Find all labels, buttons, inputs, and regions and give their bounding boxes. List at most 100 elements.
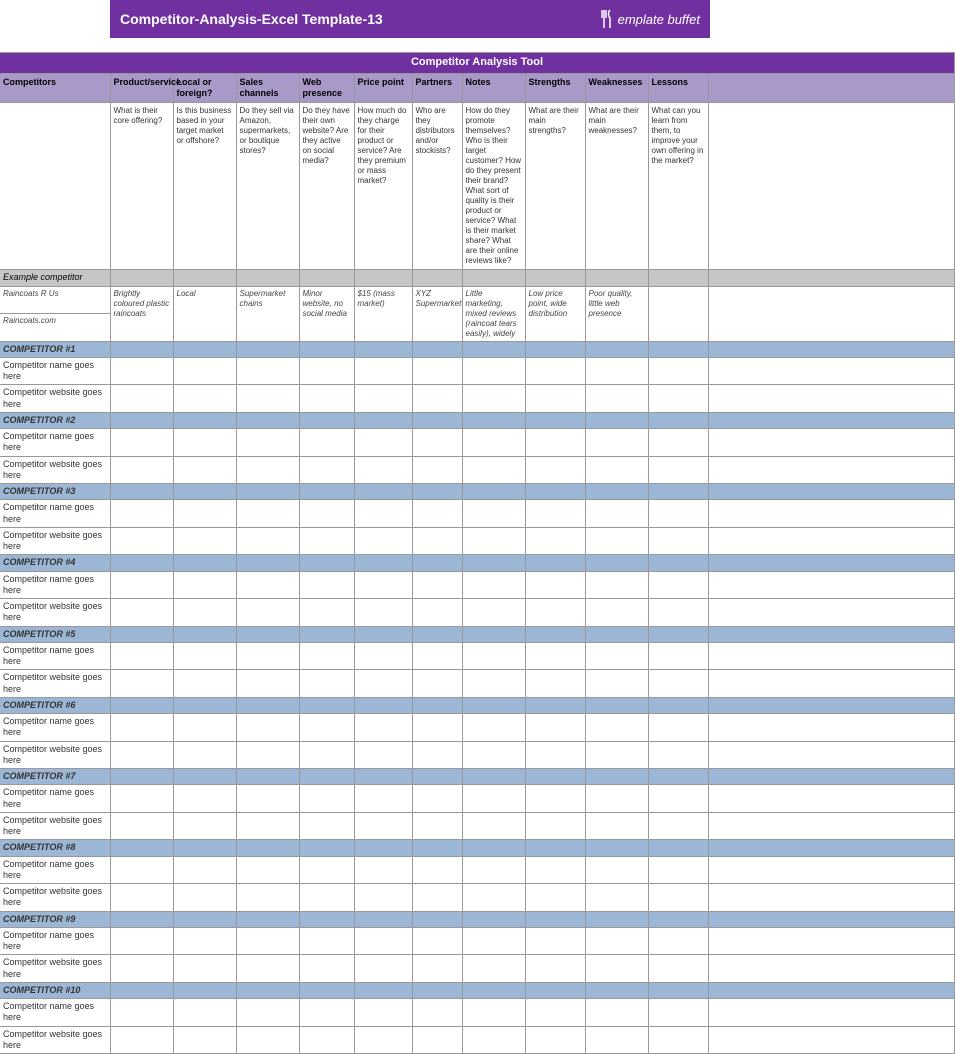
cell[interactable]	[585, 911, 648, 927]
cell[interactable]	[299, 527, 354, 555]
desc-cell[interactable]: Do they sell via Amazon, supermarkets, o…	[236, 103, 299, 270]
cell[interactable]	[110, 856, 173, 884]
competitor-name[interactable]: Competitor name goes here	[0, 927, 110, 955]
cell[interactable]	[236, 555, 299, 571]
cell[interactable]	[412, 555, 462, 571]
col-lessons[interactable]: Lessons	[648, 73, 708, 103]
cell[interactable]	[525, 555, 585, 571]
cell[interactable]	[412, 856, 462, 884]
cell[interactable]	[462, 741, 525, 769]
cell[interactable]	[354, 642, 412, 670]
cell[interactable]	[525, 571, 585, 599]
competitor-head[interactable]: COMPETITOR #6	[0, 697, 110, 713]
cell[interactable]	[354, 741, 412, 769]
example-cell[interactable]: Low price point, wide distribution	[525, 286, 585, 341]
cell[interactable]	[462, 812, 525, 840]
cell[interactable]	[462, 527, 525, 555]
cell[interactable]	[354, 385, 412, 413]
cell[interactable]	[648, 527, 708, 555]
cell[interactable]	[648, 769, 708, 785]
cell[interactable]	[299, 697, 354, 713]
col-sales[interactable]: Sales channels	[236, 73, 299, 103]
cell[interactable]	[354, 429, 412, 457]
cell[interactable]	[110, 571, 173, 599]
cell[interactable]	[525, 785, 585, 813]
cell[interactable]	[173, 812, 236, 840]
example-cell[interactable]: Poor quality, little web presence	[585, 286, 648, 341]
cell[interactable]	[173, 911, 236, 927]
cell[interactable]	[236, 714, 299, 742]
cell[interactable]	[110, 884, 173, 912]
cell[interactable]	[525, 840, 585, 856]
competitor-head[interactable]: COMPETITOR #8	[0, 840, 110, 856]
cell[interactable]	[648, 911, 708, 927]
cell[interactable]	[412, 456, 462, 484]
cell[interactable]	[525, 911, 585, 927]
cell[interactable]	[412, 341, 462, 357]
cell[interactable]	[354, 1026, 412, 1054]
cell[interactable]	[110, 840, 173, 856]
desc-cell[interactable]: Who are they distributors and/or stockis…	[412, 103, 462, 270]
cell[interactable]	[110, 456, 173, 484]
cell[interactable]	[354, 456, 412, 484]
competitor-head[interactable]: COMPETITOR #9	[0, 911, 110, 927]
example-cell[interactable]: $15 (mass market)	[354, 286, 412, 341]
cell[interactable]	[173, 697, 236, 713]
cell[interactable]	[412, 670, 462, 698]
cell[interactable]	[525, 341, 585, 357]
cell[interactable]	[525, 670, 585, 698]
cell[interactable]	[585, 571, 648, 599]
col-price[interactable]: Price point	[354, 73, 412, 103]
cell[interactable]	[110, 714, 173, 742]
competitor-site[interactable]: Competitor website goes here	[0, 884, 110, 912]
cell[interactable]	[299, 555, 354, 571]
competitor-site[interactable]: Competitor website goes here	[0, 456, 110, 484]
cell[interactable]	[110, 626, 173, 642]
col-local[interactable]: Local or foreign?	[173, 73, 236, 103]
cell[interactable]	[299, 741, 354, 769]
cell[interactable]	[648, 555, 708, 571]
cell[interactable]	[236, 955, 299, 983]
cell[interactable]	[110, 429, 173, 457]
cell[interactable]	[412, 955, 462, 983]
cell[interactable]	[173, 840, 236, 856]
cell[interactable]	[462, 341, 525, 357]
cell[interactable]	[585, 982, 648, 998]
competitor-site[interactable]: Competitor website goes here	[0, 385, 110, 413]
cell[interactable]	[585, 385, 648, 413]
cell[interactable]	[585, 456, 648, 484]
cell[interactable]	[412, 812, 462, 840]
cell[interactable]	[173, 527, 236, 555]
cell[interactable]	[462, 999, 525, 1027]
cell[interactable]	[236, 785, 299, 813]
cell[interactable]	[354, 769, 412, 785]
cell[interactable]	[462, 769, 525, 785]
cell[interactable]	[525, 1026, 585, 1054]
cell[interactable]	[110, 999, 173, 1027]
cell[interactable]	[173, 500, 236, 528]
cell[interactable]	[236, 484, 299, 500]
cell[interactable]	[173, 769, 236, 785]
cell[interactable]	[299, 642, 354, 670]
cell[interactable]	[236, 571, 299, 599]
col-notes[interactable]: Notes	[462, 73, 525, 103]
cell[interactable]	[236, 884, 299, 912]
cell[interactable]	[525, 769, 585, 785]
cell[interactable]	[462, 982, 525, 998]
cell[interactable]	[648, 1026, 708, 1054]
cell[interactable]	[462, 357, 525, 385]
cell[interactable]	[585, 714, 648, 742]
cell[interactable]	[110, 385, 173, 413]
cell[interactable]	[299, 456, 354, 484]
competitor-site[interactable]: Competitor website goes here	[0, 955, 110, 983]
desc-cell[interactable]: What are their main weaknesses?	[585, 103, 648, 270]
cell[interactable]	[462, 571, 525, 599]
cell[interactable]	[462, 500, 525, 528]
cell[interactable]	[173, 484, 236, 500]
cell[interactable]	[173, 955, 236, 983]
cell[interactable]	[236, 856, 299, 884]
cell[interactable]	[462, 911, 525, 927]
cell[interactable]	[354, 357, 412, 385]
desc-cell[interactable]: How much do they charge for their produc…	[354, 103, 412, 270]
cell[interactable]	[648, 741, 708, 769]
